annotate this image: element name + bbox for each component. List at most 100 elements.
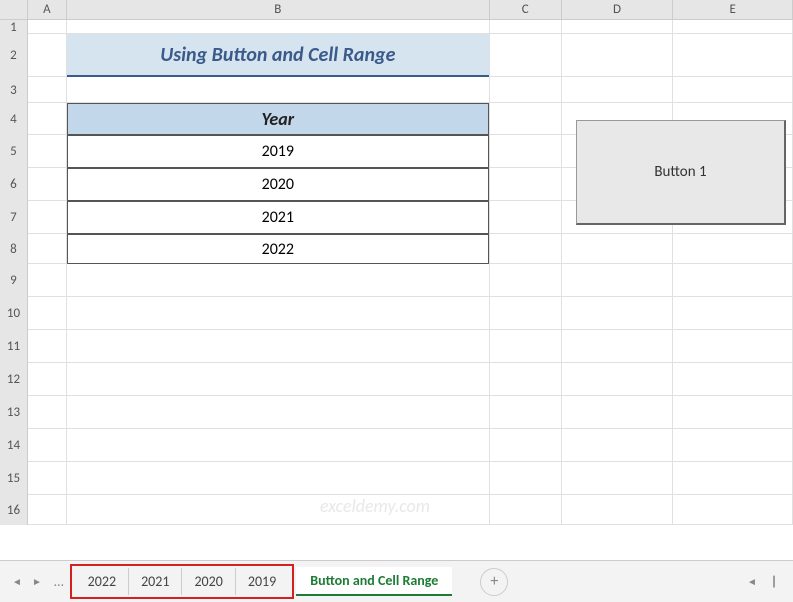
sheet-tab-2020[interactable]: 2020: [182, 568, 235, 595]
row-header-16[interactable]: 16: [0, 495, 28, 525]
cell-c12[interactable]: [490, 363, 562, 396]
cell-c13[interactable]: [490, 396, 562, 429]
cell-d11[interactable]: [562, 330, 674, 363]
cell-a15[interactable]: [28, 462, 67, 495]
cell-b2[interactable]: Using Button and Cell Range: [67, 34, 490, 77]
cell-b16[interactable]: [67, 495, 490, 525]
cell-d15[interactable]: [562, 462, 674, 495]
spreadsheet-grid[interactable]: A B C D E 1 2 Using Button and Cell Range…: [0, 0, 793, 560]
cell-e10[interactable]: [673, 297, 793, 330]
sheet-tab-2022[interactable]: 2022: [76, 568, 129, 595]
cell-b5[interactable]: 2019: [67, 135, 490, 168]
cell-b4[interactable]: Year: [67, 103, 490, 135]
cell-c10[interactable]: [490, 297, 562, 330]
row-header-2[interactable]: 2: [0, 34, 28, 77]
cell-b7[interactable]: 2021: [67, 201, 490, 234]
macro-button[interactable]: Button 1: [576, 120, 786, 225]
sheet-tab-2019[interactable]: 2019: [236, 568, 288, 595]
cell-d8[interactable]: [562, 234, 674, 264]
cell-a3[interactable]: [28, 77, 67, 103]
scroll-split-icon[interactable]: ┃: [765, 573, 783, 591]
cell-b12[interactable]: [67, 363, 490, 396]
row-header-3[interactable]: 3: [0, 77, 28, 103]
cell-a11[interactable]: [28, 330, 67, 363]
cell-d2[interactable]: [562, 34, 674, 77]
cell-b13[interactable]: [67, 396, 490, 429]
cell-d14[interactable]: [562, 429, 674, 462]
cell-e16[interactable]: [673, 495, 793, 525]
cell-e13[interactable]: [673, 396, 793, 429]
cell-e8[interactable]: [673, 234, 793, 264]
cell-b14[interactable]: [67, 429, 490, 462]
select-all-corner[interactable]: [0, 0, 28, 19]
cell-a5[interactable]: [28, 135, 67, 168]
cell-a8[interactable]: [28, 234, 67, 264]
cell-a6[interactable]: [28, 168, 67, 201]
cell-e12[interactable]: [673, 363, 793, 396]
cell-a7[interactable]: [28, 201, 67, 234]
row-header-13[interactable]: 13: [0, 396, 28, 429]
cell-a14[interactable]: [28, 429, 67, 462]
cell-e11[interactable]: [673, 330, 793, 363]
row-header-1[interactable]: 1: [0, 20, 28, 34]
cell-c4[interactable]: [490, 103, 562, 135]
row-header-15[interactable]: 15: [0, 462, 28, 495]
cell-c7[interactable]: [490, 201, 562, 234]
cell-e2[interactable]: [673, 34, 793, 77]
sheet-tab-2021[interactable]: 2021: [129, 568, 182, 595]
cell-e9[interactable]: [673, 264, 793, 297]
cell-b1[interactable]: [67, 20, 490, 34]
tab-nav-next-icon[interactable]: ►: [28, 573, 46, 591]
cell-c2[interactable]: [490, 34, 562, 77]
cell-a1[interactable]: [28, 20, 67, 34]
cell-c3[interactable]: [490, 77, 562, 103]
cell-d3[interactable]: [562, 77, 674, 103]
col-header-b[interactable]: B: [67, 0, 490, 19]
cell-d1[interactable]: [562, 20, 674, 34]
cell-d13[interactable]: [562, 396, 674, 429]
cell-c16[interactable]: [490, 495, 562, 525]
col-header-e[interactable]: E: [673, 0, 793, 19]
row-header-11[interactable]: 11: [0, 330, 28, 363]
col-header-d[interactable]: D: [562, 0, 674, 19]
cell-c14[interactable]: [490, 429, 562, 462]
cell-d10[interactable]: [562, 297, 674, 330]
row-header-6[interactable]: 6: [0, 168, 28, 201]
row-header-14[interactable]: 14: [0, 429, 28, 462]
cell-c6[interactable]: [490, 168, 562, 201]
cell-a16[interactable]: [28, 495, 67, 525]
cell-e3[interactable]: [673, 77, 793, 103]
cell-a4[interactable]: [28, 103, 67, 135]
row-header-9[interactable]: 9: [0, 264, 28, 297]
cell-c8[interactable]: [490, 234, 562, 264]
cell-a2[interactable]: [28, 34, 67, 77]
cell-b11[interactable]: [67, 330, 490, 363]
cell-d16[interactable]: [562, 495, 674, 525]
cell-a13[interactable]: [28, 396, 67, 429]
cell-a9[interactable]: [28, 264, 67, 297]
cell-c1[interactable]: [490, 20, 562, 34]
row-header-7[interactable]: 7: [0, 201, 28, 234]
cell-e14[interactable]: [673, 429, 793, 462]
cell-b8[interactable]: 2022: [67, 234, 490, 264]
cell-e1[interactable]: [673, 20, 793, 34]
cell-b9[interactable]: [67, 264, 490, 297]
row-header-10[interactable]: 10: [0, 297, 28, 330]
row-header-4[interactable]: 4: [0, 103, 28, 135]
row-header-12[interactable]: 12: [0, 363, 28, 396]
scroll-left-icon[interactable]: ◄: [743, 573, 761, 591]
row-header-5[interactable]: 5: [0, 135, 28, 168]
col-header-a[interactable]: A: [28, 0, 67, 19]
tab-nav-prev-icon[interactable]: ◄: [8, 573, 26, 591]
cell-c15[interactable]: [490, 462, 562, 495]
cell-d9[interactable]: [562, 264, 674, 297]
cell-b3[interactable]: [67, 77, 490, 103]
cell-b6[interactable]: 2020: [67, 168, 490, 201]
tab-nav-dots-icon[interactable]: …: [54, 573, 64, 590]
cell-e15[interactable]: [673, 462, 793, 495]
cell-c5[interactable]: [490, 135, 562, 168]
cell-d12[interactable]: [562, 363, 674, 396]
cell-c9[interactable]: [490, 264, 562, 297]
col-header-c[interactable]: C: [490, 0, 562, 19]
cell-c11[interactable]: [490, 330, 562, 363]
